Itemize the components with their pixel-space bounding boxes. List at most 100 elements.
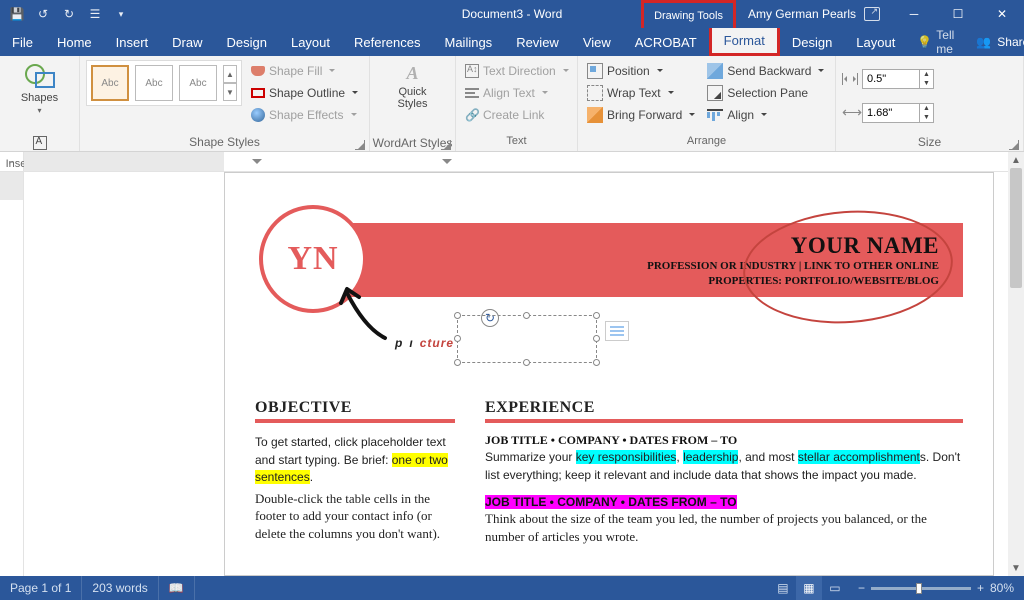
zoom-thumb[interactable] — [916, 583, 922, 594]
indent-marker-icon[interactable] — [442, 159, 452, 164]
tab-drawing-design[interactable]: Design — [780, 28, 844, 56]
web-layout-button[interactable]: ▭ — [822, 576, 848, 600]
tab-file[interactable]: File — [0, 28, 45, 56]
layout-options-icon — [610, 326, 624, 336]
tab-mailings[interactable]: Mailings — [433, 28, 505, 56]
gallery-more-icon[interactable]: ▼ — [223, 83, 237, 101]
tab-draw[interactable]: Draw — [160, 28, 214, 56]
wrap-text-button[interactable]: Wrap Text — [584, 82, 698, 104]
textbox-button[interactable] — [6, 132, 73, 154]
page[interactable]: YOUR NAME PROFESSION OR INDUSTRY | LINK … — [224, 172, 994, 576]
maximize-button[interactable]: ☐ — [936, 0, 980, 28]
vertical-ruler[interactable] — [0, 172, 23, 576]
scroll-thumb[interactable] — [1010, 168, 1022, 288]
job-heading-1[interactable]: JOB TITLE • COMPANY • DATES FROM – TO — [485, 433, 963, 448]
experience-text-2[interactable]: Think about the size of the team you led… — [485, 510, 963, 545]
account-area[interactable]: Amy German Pearls — [736, 0, 892, 28]
page-canvas[interactable]: YOUR NAME PROFESSION OR INDUSTRY | LINK … — [24, 172, 1008, 576]
drawing-tools-tab-header[interactable]: Drawing Tools — [641, 0, 736, 28]
send-backward-button[interactable]: Send Backward — [704, 60, 827, 82]
shape-outline-button[interactable]: Shape Outline — [248, 82, 361, 104]
selected-ink-object[interactable] — [457, 315, 597, 363]
shape-style-item[interactable]: Abc — [91, 65, 129, 101]
zoom-out-button[interactable]: − — [858, 581, 865, 595]
shape-width-input[interactable]: ▲▼ — [862, 103, 934, 123]
section-heading-experience: EXPERIENCE — [485, 399, 963, 417]
selection-pane-icon — [707, 85, 723, 101]
ink-text-picture[interactable]: pıcture — [395, 313, 454, 357]
tab-layout[interactable]: Layout — [279, 28, 342, 56]
align-text-button[interactable]: Align Text — [462, 82, 572, 104]
objective-text-2[interactable]: Double-click the table cells in the foot… — [255, 490, 455, 543]
bring-forward-icon — [587, 107, 603, 123]
tab-insert[interactable]: Insert — [104, 28, 161, 56]
bring-forward-button[interactable]: Bring Forward — [584, 104, 698, 126]
save-icon[interactable]: 💾 — [6, 3, 28, 25]
scroll-up-icon[interactable]: ▲ — [1008, 152, 1024, 168]
text-direction-button[interactable]: Text Direction — [462, 60, 572, 82]
close-button[interactable]: ✕ — [980, 0, 1024, 28]
tab-view[interactable]: View — [571, 28, 623, 56]
shape-fill-button[interactable]: Shape Fill — [248, 60, 361, 82]
tab-design[interactable]: Design — [215, 28, 279, 56]
spin-up-icon[interactable]: ▲ — [919, 104, 933, 113]
tell-me-search[interactable]: 💡Tell me — [907, 28, 964, 56]
vertical-scrollbar[interactable]: ▲ ▼ — [1008, 152, 1024, 576]
align-objects-button[interactable]: Align — [704, 104, 827, 126]
tab-format[interactable]: Format — [709, 28, 780, 56]
indent-marker-icon[interactable] — [252, 159, 262, 164]
monogram-circle[interactable]: YN — [259, 205, 367, 313]
dialog-launcher-icon[interactable] — [355, 140, 365, 150]
word-count[interactable]: 203 words — [82, 576, 158, 600]
page-counter[interactable]: Page 1 of 1 — [0, 576, 82, 600]
print-layout-button[interactable]: ▦ — [796, 576, 822, 600]
spin-up-icon[interactable]: ▲ — [919, 70, 933, 79]
effects-icon — [251, 108, 265, 122]
dialog-launcher-icon[interactable] — [1009, 140, 1019, 150]
zoom-percent[interactable]: 80% — [990, 581, 1014, 595]
shape-style-item[interactable]: Abc — [179, 65, 217, 101]
tab-drawing-layout[interactable]: Layout — [844, 28, 907, 56]
share-button[interactable]: 👥Share — [964, 35, 1024, 49]
outline-icon — [251, 88, 265, 98]
ribbon: Shapes ▾ Insert Shapes Abc Abc Abc ▲▼ Sh… — [0, 56, 1024, 152]
shape-height-input[interactable]: ▲▼ — [862, 69, 934, 89]
quick-styles-button[interactable]: A Quick Styles — [394, 60, 432, 132]
shapes-gallery-button[interactable]: Shapes ▾ — [17, 60, 62, 132]
tab-review[interactable]: Review — [504, 28, 571, 56]
read-mode-button[interactable]: ▤ — [770, 576, 796, 600]
dialog-launcher-icon[interactable] — [441, 140, 451, 150]
shape-style-item[interactable]: Abc — [135, 65, 173, 101]
zoom-in-button[interactable]: + — [977, 581, 984, 595]
title-bar: 💾 ↺ ↻ ☰ ▾ Document3 - Word Drawing Tools… — [0, 0, 1024, 28]
zoom-slider[interactable] — [871, 587, 971, 590]
shape-style-gallery[interactable]: Abc Abc Abc ▲▼ — [86, 60, 242, 106]
gallery-up-icon[interactable]: ▲ — [223, 65, 237, 83]
layout-options-button[interactable] — [605, 321, 629, 341]
horizontal-ruler[interactable] — [24, 152, 1008, 172]
share-icon: 👥 — [976, 35, 991, 49]
selection-pane-button[interactable]: Selection Pane — [704, 82, 827, 104]
touch-mode-icon[interactable]: ☰ — [84, 3, 106, 25]
experience-text-1[interactable]: Summarize your key responsibilities, lea… — [485, 448, 963, 483]
link-icon: 🔗 — [465, 108, 479, 122]
fill-icon — [251, 66, 265, 76]
textbox-icon — [33, 136, 47, 150]
tab-acrobat[interactable]: ACROBAT — [623, 28, 709, 56]
qat-customize-icon[interactable]: ▾ — [110, 3, 132, 25]
shape-effects-button[interactable]: Shape Effects — [248, 104, 361, 126]
spin-down-icon[interactable]: ▼ — [919, 113, 933, 122]
spin-down-icon[interactable]: ▼ — [919, 79, 933, 88]
spellcheck-button[interactable]: 📖 — [159, 576, 195, 600]
minimize-button[interactable]: ─ — [892, 0, 936, 28]
undo-icon[interactable]: ↺ — [32, 3, 54, 25]
position-button[interactable]: Position — [584, 60, 698, 82]
redo-icon[interactable]: ↻ — [58, 3, 80, 25]
job-heading-2[interactable]: JOB TITLE • COMPANY • DATES FROM – TO — [485, 495, 963, 510]
objective-text[interactable]: To get started, click placeholder text a… — [255, 433, 455, 486]
tab-home[interactable]: Home — [45, 28, 104, 56]
scroll-down-icon[interactable]: ▼ — [1008, 560, 1024, 576]
create-link-button[interactable]: 🔗Create Link — [462, 104, 572, 126]
tab-references[interactable]: References — [342, 28, 432, 56]
user-name: Amy German Pearls — [748, 7, 856, 21]
